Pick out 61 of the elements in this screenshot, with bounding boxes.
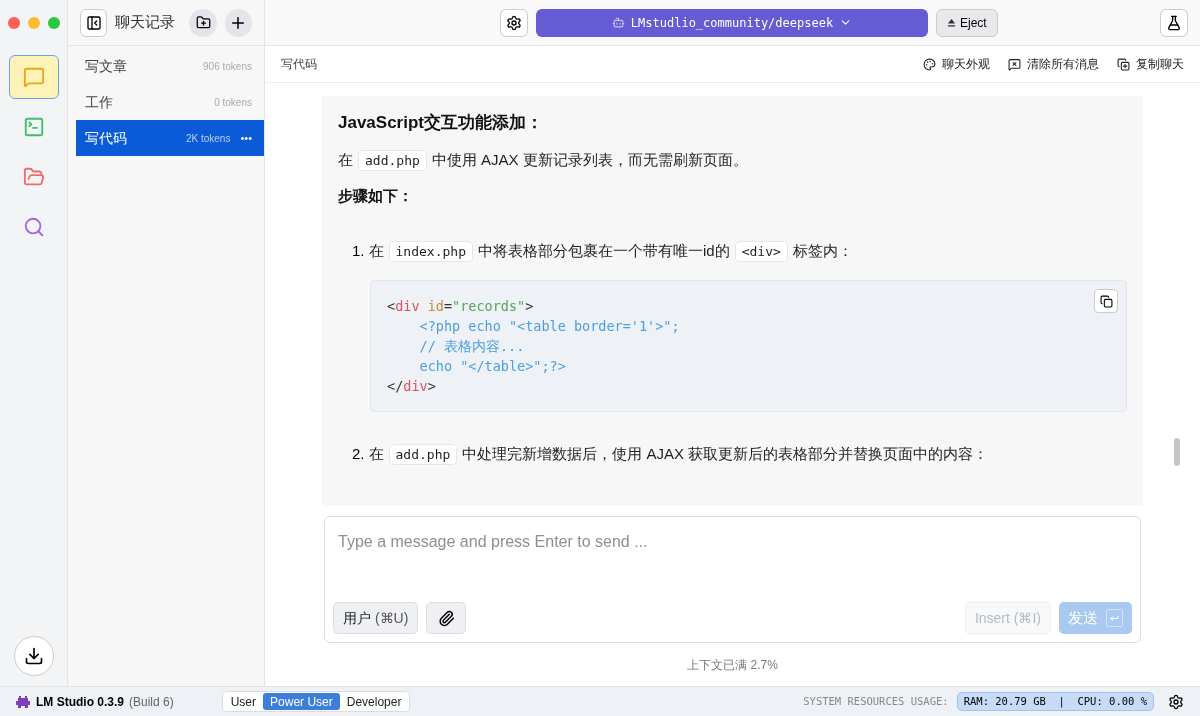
context-usage: 上下文已满 2.7% — [686, 657, 779, 674]
message-paragraph: 在 add.php 中使用 AJAX 更新记录列表，而无需刷新页面。 — [338, 145, 1127, 175]
step-number: 1. — [352, 241, 365, 261]
step-number: 2. — [352, 444, 365, 464]
clear-chat-icon — [1008, 57, 1021, 71]
code-line: <?php echo "<table border='1'>"; — [418, 317, 680, 336]
code-line: <div id="records"> — [387, 297, 534, 316]
toolbar-button[interactable]: 聊天外观 — [923, 55, 990, 73]
message-field[interactable]: Type a message and press Enter to send ... 用户 (⌘U) Insert (⌘I) 发送 ↩ — [324, 516, 1141, 643]
window-title: 聊天记录 — [115, 12, 176, 33]
app-version: LM Studio 0.3.9 — [36, 693, 124, 711]
chat-item[interactable]: 工作 0 tokens — [76, 84, 264, 120]
chat-title: 写代码 — [281, 56, 318, 73]
code-line: </div> — [387, 377, 436, 396]
sidebar-toggle-icon[interactable] — [85, 14, 102, 31]
mode-tab[interactable]: Power User — [263, 693, 340, 710]
download-button[interactable] — [13, 636, 54, 676]
copy-icon[interactable] — [1099, 294, 1113, 308]
flask-button[interactable] — [1160, 8, 1188, 37]
new-folder-button[interactable] — [189, 8, 217, 37]
copy-icon — [1117, 57, 1130, 71]
terminal-icon — [22, 116, 45, 138]
settings-icon[interactable] — [506, 14, 522, 31]
step-text: 在 add.php 中处理完新增数据后，使用 AJAX 获取更新后的表格部分并替换页面中的内容： — [368, 440, 989, 469]
code-line: // 表格内容... — [418, 337, 525, 356]
app-logo-icon — [16, 695, 30, 708]
build-number: (Build 6) — [129, 693, 174, 711]
copy-button[interactable] — [1094, 289, 1118, 313]
settings-button[interactable] — [500, 8, 528, 37]
eject-icon[interactable] — [947, 18, 956, 27]
close-window-icon[interactable] — [8, 17, 20, 29]
paperclip-icon[interactable] — [437, 609, 455, 627]
toolbar-button[interactable]: 复制聊天 — [1117, 55, 1184, 73]
chat-item[interactable]: 写文章 906 tokens — [76, 48, 264, 84]
more-icon[interactable]: ••• — [240, 129, 252, 147]
search-icon — [22, 216, 45, 238]
mode-tab[interactable]: Developer — [339, 693, 409, 710]
model-selector[interactable]: LMstudlio_community/deepseek — [536, 8, 928, 37]
scrollbar-thumb[interactable] — [1174, 438, 1180, 466]
folder-icon — [22, 166, 45, 188]
eject-button[interactable]: Eject — [936, 8, 998, 37]
chat-item[interactable]: 写代码 2K tokens ••• — [76, 120, 264, 156]
collapse-sidebar-button[interactable] — [80, 8, 108, 37]
flask-icon[interactable] — [1166, 14, 1182, 31]
mode-tab[interactable]: User — [223, 693, 264, 710]
code-line: echo "</table>";?> — [418, 357, 566, 376]
robot-icon — [611, 16, 625, 29]
toolbar-button[interactable]: 清除所有消息 — [1008, 55, 1099, 73]
palette-icon — [923, 57, 936, 71]
usage-label: SYSTEM RESOURCES USAGE: — [803, 693, 949, 709]
chat-icon — [22, 66, 45, 88]
step-text: 在 index.php 中将表格部分包裹在一个带有唯一id的 <div> 标签内： — [368, 237, 853, 266]
role-button[interactable]: 用户 (⌘U) — [333, 602, 419, 634]
new-chat-button[interactable] — [224, 8, 252, 37]
message-subheading: 步骤如下： — [338, 185, 414, 206]
download-icon[interactable] — [23, 646, 44, 666]
attach-button[interactable] — [426, 602, 467, 634]
folder-plus-icon[interactable] — [195, 15, 211, 30]
message-heading: JavaScript交互功能添加： — [338, 112, 544, 134]
settings-icon — [1168, 693, 1184, 710]
usage-readout: RAM: 20.79 GB | CPU: 0.00 % — [956, 691, 1154, 712]
